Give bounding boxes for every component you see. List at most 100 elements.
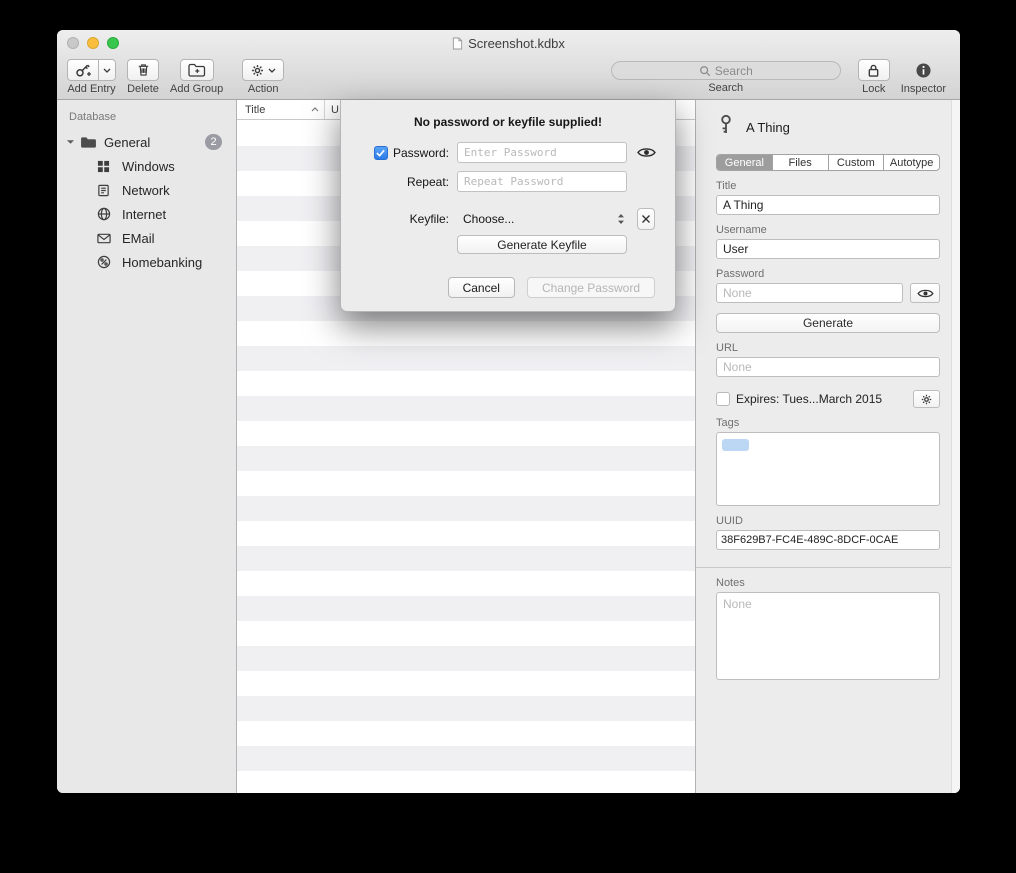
- tags-field[interactable]: [716, 432, 940, 506]
- entry-key-icon: [716, 114, 736, 141]
- change-password-button[interactable]: Change Password: [527, 277, 655, 298]
- lock-button[interactable]: [858, 59, 890, 81]
- window-zoom-button[interactable]: [107, 37, 119, 49]
- lock-label: Lock: [862, 83, 885, 95]
- username-field[interactable]: [716, 239, 940, 259]
- add-entry-toolbar-item: Add Entry: [67, 59, 116, 95]
- inspector-button[interactable]: [911, 59, 936, 81]
- expires-checkbox[interactable]: [716, 392, 730, 406]
- add-group-toolbar-item: Add Group: [170, 59, 223, 95]
- window-minimize-button[interactable]: [87, 37, 99, 49]
- eye-icon: [917, 288, 934, 299]
- sidebar-item-internet[interactable]: Internet: [57, 202, 236, 226]
- sidebar-item-homebanking[interactable]: Homebanking: [57, 250, 236, 274]
- title-field[interactable]: [716, 195, 940, 215]
- info-icon: [915, 62, 932, 79]
- count-badge: 2: [205, 134, 222, 150]
- show-password-button[interactable]: [637, 143, 656, 163]
- window-chrome: Screenshot.kdbx Add Entry D: [57, 30, 960, 100]
- chevron-down-icon: [268, 68, 276, 73]
- key-plus-icon: [75, 62, 91, 78]
- sidebar-item-windows[interactable]: Windows: [57, 154, 236, 178]
- sidebar-item-network[interactable]: Network: [57, 178, 236, 202]
- expires-row: Expires: Tues...March 2015: [716, 390, 940, 408]
- tags-label: Tags: [716, 417, 940, 429]
- uuid-field[interactable]: [716, 530, 940, 550]
- toolbar: Add Entry Delete Add Group Action: [57, 56, 960, 100]
- repeat-password-input[interactable]: [457, 171, 627, 192]
- sidebar-item-email[interactable]: EMail: [57, 226, 236, 250]
- url-label: URL: [716, 342, 940, 354]
- expires-gear-button[interactable]: [913, 390, 940, 408]
- app-window: Screenshot.kdbx Add Entry D: [57, 30, 960, 793]
- clear-keyfile-button[interactable]: [637, 208, 655, 230]
- keyfile-dropdown[interactable]: Choose...: [457, 209, 627, 229]
- column-header-username[interactable]: U: [325, 104, 339, 116]
- window-title-text: Screenshot.kdbx: [468, 36, 565, 51]
- checkmark-icon: [376, 149, 385, 157]
- tab-autotype[interactable]: Autotype: [884, 155, 939, 170]
- title-label: Title: [716, 180, 940, 192]
- search-input[interactable]: Search: [611, 61, 841, 80]
- search-toolbar-item: Search Search: [611, 59, 841, 94]
- repeat-label: Repeat:: [407, 175, 449, 189]
- column-title-label: Title: [245, 104, 265, 116]
- document-icon: [452, 37, 463, 50]
- tab-custom[interactable]: Custom: [829, 155, 885, 170]
- notes-label: Notes: [716, 577, 940, 589]
- add-group-button[interactable]: [180, 59, 214, 81]
- scrollbar-track[interactable]: [951, 100, 960, 793]
- folder-icon: [80, 136, 98, 149]
- action-button[interactable]: [242, 59, 284, 81]
- inspector-content: A Thing General Files Custom Autotype Ti…: [696, 100, 960, 685]
- url-field[interactable]: [716, 357, 940, 377]
- close-icon: [641, 214, 651, 224]
- chevron-down-icon: [103, 68, 111, 73]
- generate-button[interactable]: Generate: [716, 313, 940, 333]
- sidebar-item-label: Network: [122, 183, 170, 198]
- tab-files[interactable]: Files: [773, 155, 829, 170]
- window-close-button[interactable]: [67, 37, 79, 49]
- enter-password-input[interactable]: [457, 142, 627, 163]
- password-label: Password:: [393, 146, 449, 160]
- stepper-icon: [617, 213, 625, 225]
- search-label: Search: [708, 82, 743, 94]
- sidebar-group-general[interactable]: General 2: [57, 130, 236, 154]
- lock-toolbar-item: Lock: [858, 59, 890, 95]
- reveal-password-button[interactable]: [910, 283, 940, 303]
- tag-chip[interactable]: [722, 439, 749, 451]
- add-entry-button[interactable]: [67, 59, 99, 81]
- network-icon: [97, 184, 115, 197]
- window-titlebar: Screenshot.kdbx: [57, 30, 960, 56]
- traffic-lights: [67, 30, 119, 56]
- search-icon: [699, 65, 711, 77]
- sidebar-header: Database: [57, 106, 236, 130]
- windows-icon: [97, 160, 115, 173]
- change-password-dialog: No password or keyfile supplied! Passwor…: [340, 100, 676, 312]
- action-label: Action: [248, 83, 279, 95]
- eye-icon: [637, 146, 656, 159]
- homebanking-icon: [97, 255, 115, 269]
- column-header-title[interactable]: Title: [237, 100, 325, 119]
- window-title: Screenshot.kdbx: [452, 36, 565, 51]
- inspector-tabs: General Files Custom Autotype: [716, 154, 940, 171]
- delete-button[interactable]: [127, 59, 159, 81]
- sidebar-group-label: General: [104, 135, 150, 150]
- inspector-toolbar-item: Inspector: [901, 59, 946, 95]
- gear-icon: [920, 393, 933, 406]
- cancel-button[interactable]: Cancel: [448, 277, 515, 298]
- add-entry-dropdown-button[interactable]: [99, 59, 116, 81]
- password-checkbox[interactable]: [374, 146, 388, 160]
- password-field[interactable]: [716, 283, 903, 303]
- disclosure-triangle-icon[interactable]: [66, 139, 77, 145]
- expires-label: Expires: Tues...March 2015: [736, 392, 882, 406]
- notes-field[interactable]: [716, 592, 940, 680]
- globe-icon: [97, 207, 115, 221]
- username-label: Username: [716, 224, 940, 236]
- search-placeholder-text: Search: [715, 64, 753, 78]
- sort-ascending-icon: [311, 107, 319, 112]
- email-icon: [97, 233, 115, 244]
- tab-general[interactable]: General: [717, 155, 773, 170]
- generate-keyfile-button[interactable]: Generate Keyfile: [457, 235, 627, 254]
- sidebar: Database General 2 Windows: [57, 100, 237, 793]
